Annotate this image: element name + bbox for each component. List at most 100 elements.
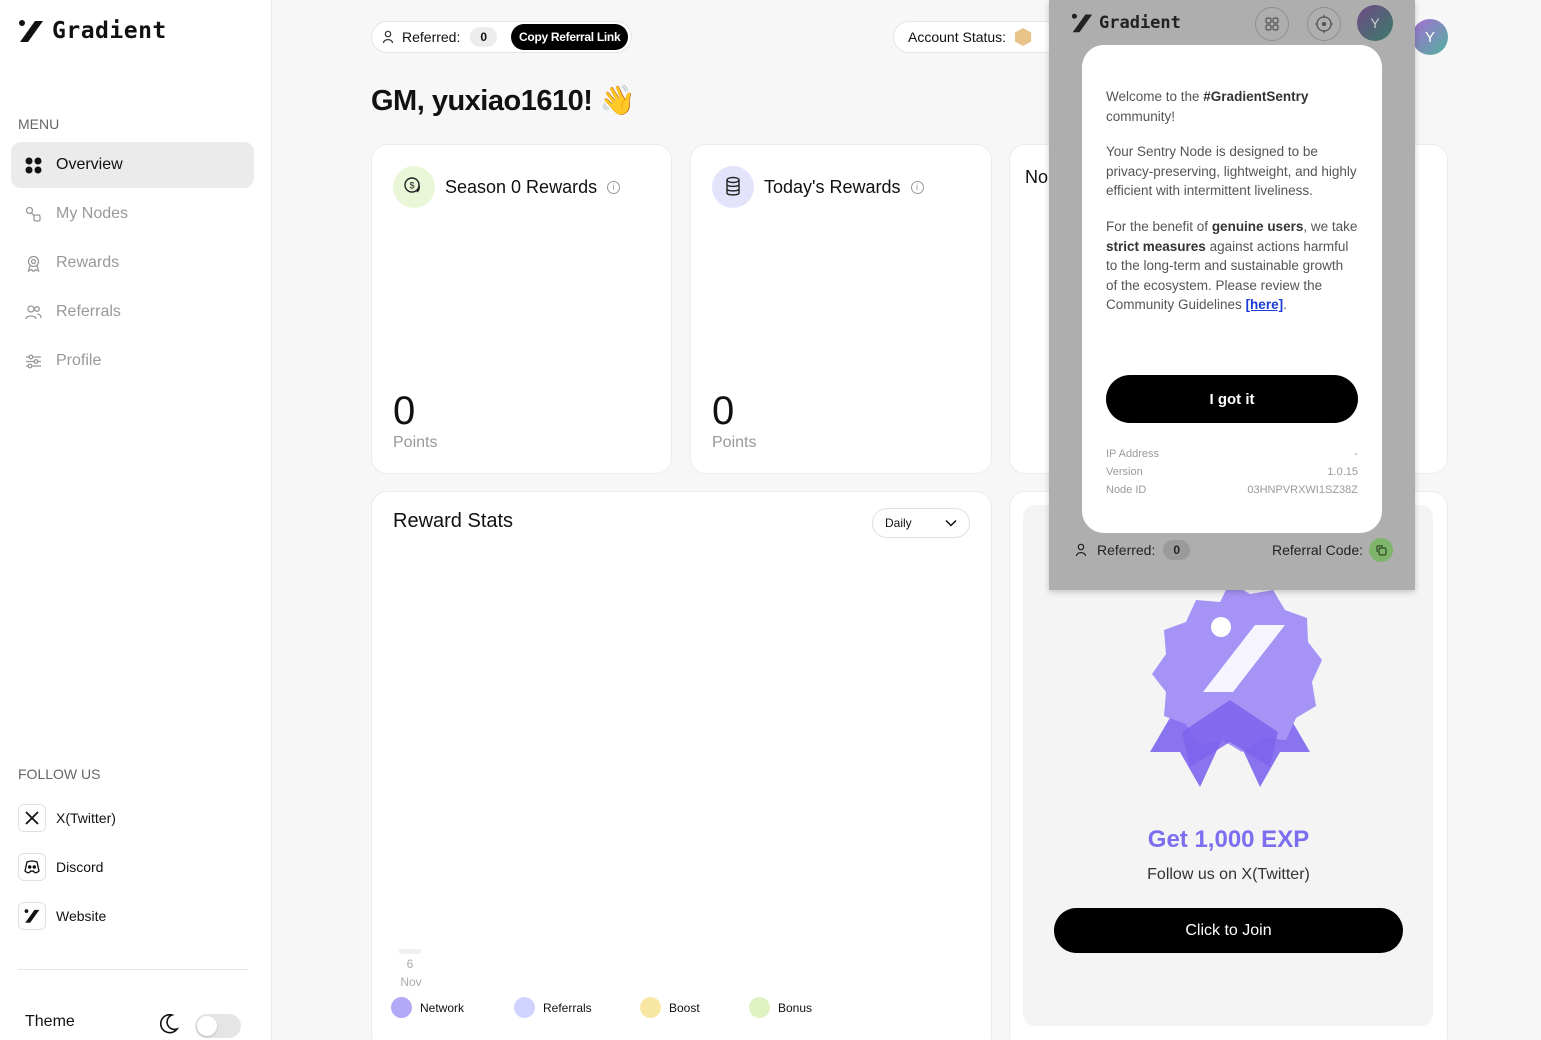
reward-stats-card: Reward Stats Daily 6 Nov Network Referra… [371, 491, 992, 1040]
nav-item-my-nodes[interactable]: My Nodes [11, 191, 254, 237]
nav-label: Rewards [56, 254, 120, 271]
copy-referral-link-button[interactable]: Copy Referral Link [511, 24, 629, 50]
promo-subtitle: Follow us on X(Twitter) [1147, 866, 1310, 883]
discord-icon [18, 853, 46, 881]
period-value: Daily [885, 516, 912, 530]
social-link-twitter[interactable]: X(Twitter) [18, 804, 248, 832]
extension-popup: Gradient Y Welcome to the #GradientSentr… [1049, 0, 1415, 590]
nav-label: Overview [56, 156, 123, 173]
season-points-unit: Points [393, 434, 438, 451]
x-twitter-icon [18, 804, 46, 832]
nav-item-referrals[interactable]: Referrals [11, 289, 254, 335]
card-title: Today's Rewards [764, 176, 901, 197]
season-points-value: 0 [393, 389, 416, 433]
dashboard-button[interactable] [1255, 7, 1289, 41]
info-icon[interactable]: i [607, 180, 621, 194]
referral-code-label: Referral Code: [1271, 542, 1363, 558]
badge-icon [1150, 582, 1322, 787]
moon-icon [159, 1013, 179, 1034]
social-link-website[interactable]: Website [18, 902, 248, 930]
follow-caption: FOLLOW US [18, 766, 101, 782]
nav-label: Profile [56, 352, 102, 369]
award-icon [27, 255, 40, 272]
chevron-down-icon [945, 519, 957, 527]
user-icon [382, 30, 394, 44]
user-icon [1075, 543, 1087, 557]
extension-logo: Gradient [1071, 12, 1181, 34]
today-points-unit: Points [712, 434, 757, 451]
x-tick-month: Nov [400, 975, 422, 989]
coins-stack-icon [712, 166, 754, 208]
click-to-join-button[interactable]: Click to Join [1054, 908, 1403, 953]
info-icon[interactable]: i [910, 180, 924, 194]
legend-dot [514, 997, 535, 1018]
welcome-text: Welcome to the #GradientSentry community… [1106, 89, 1309, 124]
theme-row: Theme [25, 1013, 241, 1038]
referral-bar: Referred: 0 Copy Referral Link [371, 21, 633, 53]
card-title: No [1025, 167, 1049, 187]
gradient-logo-icon [1071, 13, 1093, 33]
social-label: Discord [56, 859, 104, 875]
referred-count: 0 [470, 27, 498, 47]
x-tick-day: 6 [406, 957, 414, 971]
avatar[interactable]: Y [1412, 19, 1448, 55]
legend-label: Boost [669, 1000, 700, 1015]
crosshair-icon [1315, 15, 1333, 33]
sidebar-divider [18, 969, 248, 970]
gradient-logo-icon [19, 20, 43, 42]
meta-row-node-id: Node ID 03HNPVRXWI1SZ38Z [1106, 484, 1358, 496]
referral-code: Referral Code: [1272, 538, 1393, 562]
chart-bar-stub [399, 949, 421, 954]
gradient-logo-icon [18, 902, 46, 930]
today-points-value: 0 [712, 389, 735, 433]
extension-avatar[interactable]: Y [1357, 5, 1393, 41]
extension-logo-text: Gradient [1099, 13, 1181, 33]
period-select[interactable]: Daily [872, 508, 970, 538]
card-header: $ Season 0 Rewards i [393, 166, 621, 208]
node-description: Your Sentry Node is designed to be priva… [1106, 144, 1357, 199]
social-label: Website [56, 908, 107, 924]
greeting: GM, yuxiao1610! 👋 [371, 85, 636, 117]
i-got-it-button[interactable]: I got it [1106, 375, 1358, 423]
legend-label: Network [420, 1000, 465, 1015]
guidelines-link[interactable]: [here] [1246, 297, 1284, 312]
logo-text: Gradient [52, 18, 167, 44]
card-title: Season 0 Rewards [445, 176, 598, 197]
meta-row-ip: IP Address - [1106, 448, 1358, 460]
nodes-icon [25, 206, 41, 222]
social-link-discord[interactable]: Discord [18, 853, 248, 881]
account-status-bar: Account Status: [893, 21, 1063, 53]
legend-label: Referrals [543, 1000, 592, 1015]
legend-label: Bonus [778, 1000, 813, 1015]
meta-row-version: Version 1.0.15 [1106, 466, 1358, 478]
extension-footer: Referred: 0 Referral Code: [1075, 538, 1393, 562]
season-rewards-card: $ Season 0 Rewards i 0 Points [371, 144, 672, 474]
ext-referred-count: 0 [1163, 540, 1191, 560]
coin-icon: $ [393, 166, 435, 208]
legend-dot [391, 997, 412, 1018]
menu-caption: MENU [18, 116, 60, 132]
card-header: Today's Rewards i [712, 166, 924, 208]
copy-icon[interactable] [1369, 538, 1393, 562]
theme-label: Theme [25, 1013, 75, 1030]
main-nav: Overview My Nodes Rewards Referrals Prof… [11, 142, 254, 387]
account-status-label: Account Status: [908, 29, 1007, 45]
sliders-icon [26, 354, 41, 368]
social-label: X(Twitter) [56, 810, 116, 826]
status-badge-icon [1014, 28, 1032, 46]
welcome-modal: Welcome to the #GradientSentry community… [1082, 45, 1382, 533]
nav-item-rewards[interactable]: Rewards [11, 240, 254, 286]
users-icon [25, 304, 42, 319]
nav-label: Referrals [56, 303, 121, 320]
legend-item-bonus: Bonus [749, 997, 812, 1018]
target-button[interactable] [1307, 7, 1341, 41]
theme-toggle[interactable] [195, 1014, 241, 1038]
nav-item-overview[interactable]: Overview [11, 142, 254, 188]
sidebar: Gradient MENU Overview My Nodes Rewards … [0, 0, 272, 1040]
legend-item-boost: Boost [640, 997, 700, 1018]
promo-title: Get 1,000 EXP [1147, 826, 1310, 853]
logo[interactable]: Gradient [18, 18, 167, 44]
legend-dot [749, 997, 770, 1018]
svg-text:$: $ [409, 181, 414, 191]
nav-item-profile[interactable]: Profile [11, 338, 254, 384]
